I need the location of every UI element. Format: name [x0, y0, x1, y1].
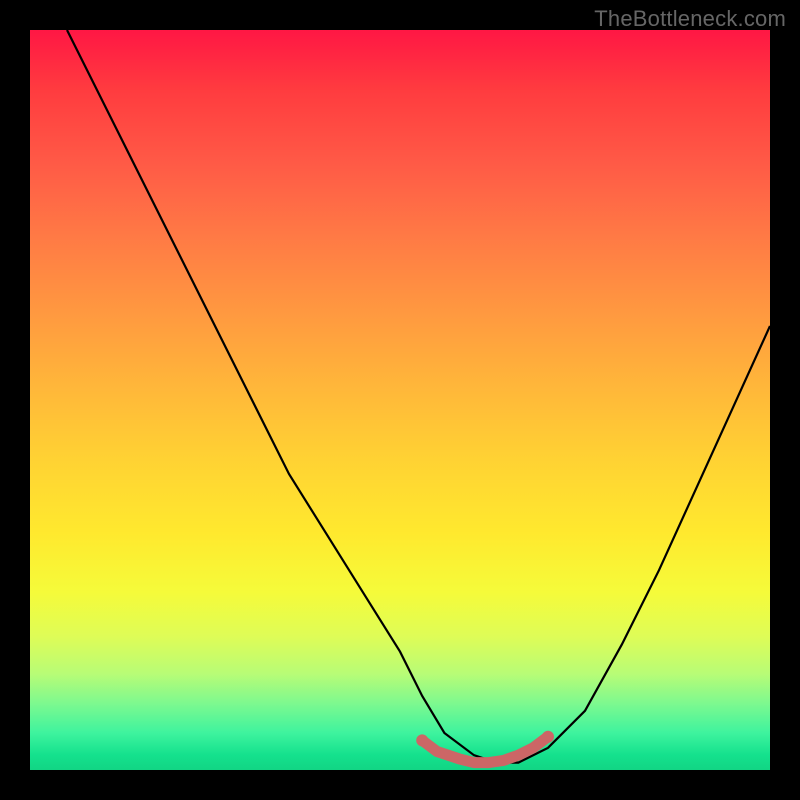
plot-area: [30, 30, 770, 770]
watermark-text: TheBottleneck.com: [594, 6, 786, 32]
optimal-band-marker: [30, 30, 770, 770]
chart-frame: TheBottleneck.com: [0, 0, 800, 800]
